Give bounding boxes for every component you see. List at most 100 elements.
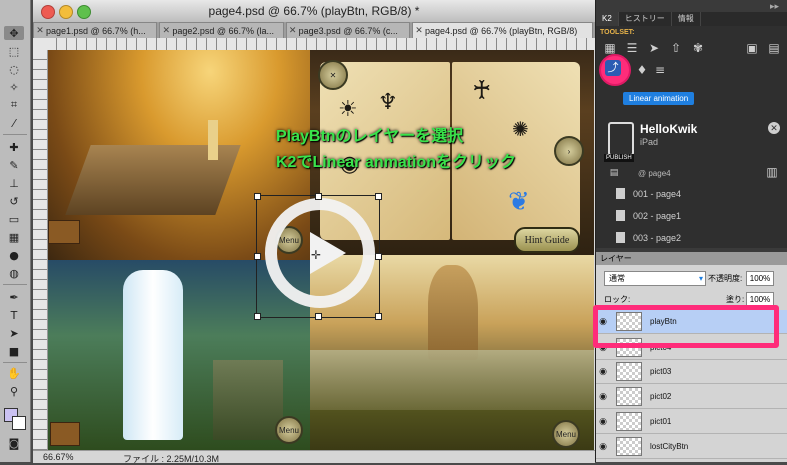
hand-tool-icon[interactable]: ✋: [4, 366, 24, 380]
quick-mask-icon[interactable]: ◙: [4, 436, 24, 450]
sliders-icon[interactable]: ≡: [652, 64, 668, 76]
tab-label: page4.psd @ 66.7% (playBtn, RGB/8): [424, 25, 578, 36]
butterfly-image: ❦: [508, 187, 530, 217]
instruction-line-2: K2でLinear anmationをクリック: [276, 154, 517, 171]
list-view-icon[interactable]: ☰: [624, 42, 640, 54]
marquee-tool-icon[interactable]: ⬚: [4, 44, 24, 58]
layer-row[interactable]: ◉ pict01: [596, 410, 787, 434]
tab-history[interactable]: ヒストリー: [619, 12, 672, 26]
page-item[interactable]: 002 - page1: [616, 210, 681, 221]
menu-button-left[interactable]: Menu: [275, 416, 303, 444]
page-view-icon[interactable]: ▤: [606, 167, 622, 179]
clone-stamp-icon[interactable]: ⊥: [4, 176, 24, 190]
pen-tool-icon[interactable]: ✒: [4, 290, 24, 304]
eye-icon[interactable]: ◉: [596, 417, 610, 427]
move-tool-icon[interactable]: ✥: [4, 26, 24, 40]
shape-tool-icon[interactable]: ■: [4, 344, 24, 358]
atom-icon[interactable]: ✾: [690, 42, 706, 54]
close-tab-icon[interactable]: ✕: [413, 25, 425, 36]
type-tool-icon[interactable]: T: [4, 308, 24, 322]
chest-icon[interactable]: [50, 422, 80, 446]
tab-page4[interactable]: ✕ page4.psd @ 66.7% (playBtn, RGB/8): [411, 22, 593, 38]
folder-icon[interactable]: ▤: [766, 42, 782, 54]
resize-handle[interactable]: [375, 313, 382, 320]
chest-icon[interactable]: [48, 220, 80, 244]
tab-page1[interactable]: ✕ page1.psd @ 66.7% (h...: [33, 22, 158, 38]
grid-view-icon[interactable]: ▦: [602, 42, 618, 54]
current-page-label: @ page4: [638, 169, 671, 178]
opacity-input[interactable]: 100%: [746, 271, 774, 286]
layers-tab[interactable]: レイヤー: [596, 252, 787, 265]
tab-info[interactable]: 情報: [672, 12, 701, 26]
close-tab-icon[interactable]: ✕: [287, 25, 299, 36]
close-tab-icon[interactable]: ✕: [160, 25, 172, 36]
resize-handle[interactable]: [375, 253, 382, 260]
tab-label: page2.psd @ 66.7% (la...: [172, 25, 275, 36]
layer-row[interactable]: ◉ lostCityBtn: [596, 435, 787, 459]
linear-animation-icon[interactable]: ⤴: [605, 60, 621, 76]
close-tab-icon[interactable]: ✕: [34, 25, 46, 36]
publish-button[interactable]: PUBLISH: [604, 154, 634, 162]
eye-icon[interactable]: ◉: [596, 442, 610, 452]
dodge-tool-icon[interactable]: ◍: [4, 266, 24, 280]
collapse-panel-icon[interactable]: ▸▸: [770, 1, 779, 12]
trash-icon[interactable]: ▥: [764, 166, 780, 178]
transform-selection-box[interactable]: ✛: [254, 193, 382, 320]
crop-tool-icon[interactable]: ⌗: [4, 98, 24, 112]
layer-name: lostCityBtn: [650, 442, 689, 451]
resize-handle[interactable]: [315, 193, 322, 200]
path-selection-icon[interactable]: ➤: [4, 326, 24, 340]
device-name: iPad: [640, 137, 659, 147]
eyedropper-tool-icon[interactable]: ⁄: [4, 116, 24, 130]
layer-thumbnail: [616, 362, 642, 381]
resize-handle[interactable]: [375, 193, 382, 200]
pointer-icon[interactable]: ➤: [646, 42, 662, 54]
eye-icon[interactable]: ◉: [596, 392, 610, 402]
brush-tool-icon[interactable]: ✎: [4, 158, 24, 172]
fill-label: 塗り:: [726, 295, 745, 304]
page-item[interactable]: 001 - page4: [616, 188, 681, 199]
healing-brush-icon[interactable]: ✚: [4, 140, 24, 154]
resize-handle[interactable]: [254, 253, 261, 260]
layer-row[interactable]: ◉ pict02: [596, 385, 787, 409]
eraser-tool-icon[interactable]: ▭: [4, 212, 24, 226]
history-brush-icon[interactable]: ↺: [4, 194, 24, 208]
tab-page2[interactable]: ✕ page2.psd @ 66.7% (la...: [159, 22, 284, 38]
crosshair-icon: ✛: [311, 248, 322, 262]
k2-panel: TOOLSET: ▦ ☰ ➤ ⇧ ✾ ▣ ▤ ♦ ≡ ⤴ Linear anim…: [596, 26, 787, 248]
eye-icon[interactable]: ◉: [596, 367, 610, 377]
close-book-button[interactable]: ✕: [318, 60, 348, 90]
gradient-tool-icon[interactable]: ▦: [4, 230, 24, 244]
lasso-tool-icon[interactable]: ◌: [4, 62, 24, 76]
blend-mode-select[interactable]: 通常 ▾: [604, 271, 706, 286]
layer-thumbnail: [616, 437, 642, 456]
magic-wand-icon[interactable]: ✧: [4, 80, 24, 94]
resize-handle[interactable]: [254, 193, 261, 200]
linear-animation-tooltip: Linear animation: [623, 92, 695, 105]
tab-label: page3.psd @ 66.7% (c...: [298, 25, 398, 36]
hint-guide-button[interactable]: Hint Guide: [514, 227, 580, 253]
droplet-icon[interactable]: ♦: [634, 64, 650, 76]
next-page-button[interactable]: ›: [554, 136, 584, 166]
layer-name: pict02: [650, 392, 672, 401]
chevron-down-icon: ▾: [698, 274, 703, 283]
background-color-swatch[interactable]: [12, 416, 26, 430]
tab-k2[interactable]: K2: [596, 12, 619, 26]
remove-project-icon[interactable]: ✕: [768, 122, 780, 134]
tab-page3[interactable]: ✕ page3.psd @ 66.7% (c...: [285, 22, 410, 38]
camera-folder-icon[interactable]: ▣: [744, 42, 760, 54]
canvas[interactable]: ☀ ♆ ◉ ♰ ✺ ❦ ✕ › Hint Guide Menu Menu Men…: [48, 50, 594, 450]
blur-tool-icon[interactable]: ●: [4, 248, 24, 262]
menu-label: Menu: [555, 429, 576, 439]
rocket-icon[interactable]: ⇧: [668, 42, 684, 54]
file-info: ファイル : 2.25M/10.3M: [123, 454, 220, 464]
menu-button-right[interactable]: Menu: [552, 420, 580, 448]
layer-row[interactable]: ◉ pict03: [596, 360, 787, 384]
resize-handle[interactable]: [254, 313, 261, 320]
instruction-line-1: PlayBtnのレイヤーを選択: [276, 128, 464, 145]
zoom-level[interactable]: 66.67%: [43, 452, 74, 462]
resize-handle[interactable]: [315, 313, 322, 320]
page-file-icon: [616, 210, 625, 221]
page-item[interactable]: 003 - page2: [616, 232, 681, 243]
zoom-tool-icon[interactable]: ⚲: [4, 384, 24, 398]
